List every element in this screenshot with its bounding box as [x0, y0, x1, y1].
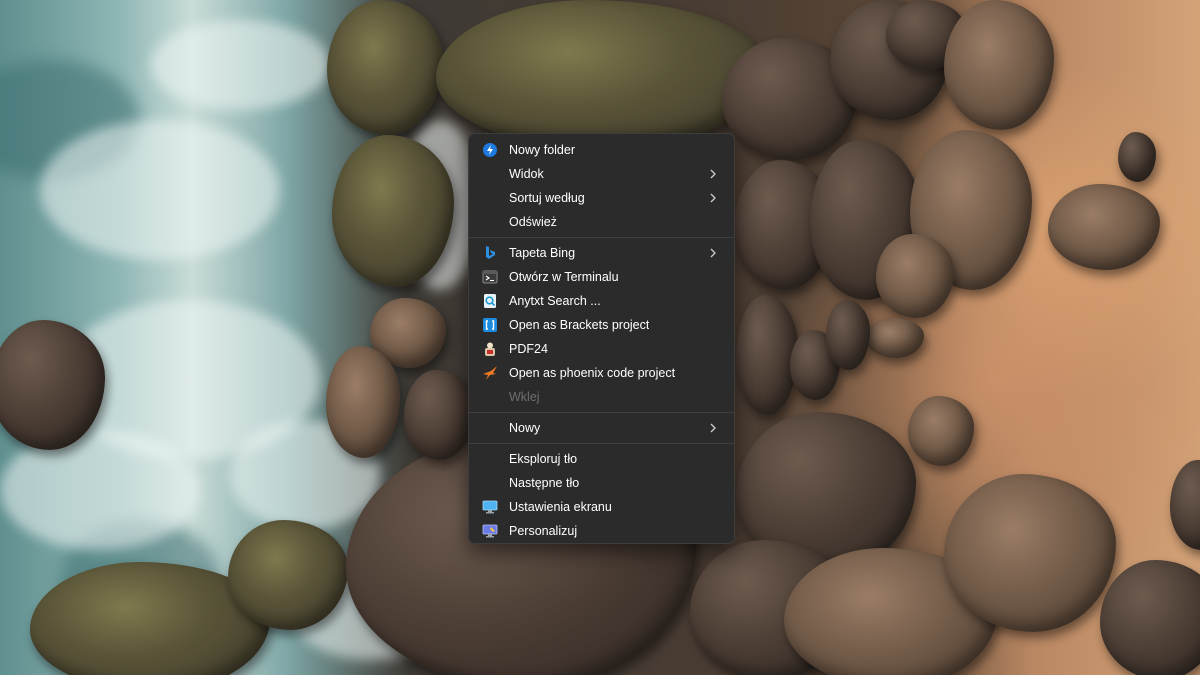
menu-item-label: Tapeta Bing — [509, 246, 576, 260]
menu-item-open-terminal[interactable]: Otwórz w Terminalu — [473, 265, 730, 289]
menu-item-label: Wklej — [509, 390, 540, 404]
menu-item-label: Otwórz w Terminalu — [509, 270, 619, 284]
display-settings-icon — [482, 499, 498, 515]
pdf24-icon — [482, 341, 498, 357]
menu-item-new[interactable]: Nowy — [473, 416, 730, 440]
menu-item-label: Open as phoenix code project — [509, 366, 676, 380]
menu-item-paste: Wklej — [473, 385, 730, 409]
menu-item-open-phoenix-code[interactable]: Open as phoenix code project — [473, 361, 730, 385]
menu-separator — [469, 237, 734, 238]
chevron-right-icon — [710, 423, 716, 433]
menu-item-label: Ustawienia ekranu — [509, 500, 612, 514]
new-folder-icon — [482, 142, 498, 158]
menu-item-next-background[interactable]: Następne tło — [473, 471, 730, 495]
menu-item-open-brackets[interactable]: Open as Brackets project — [473, 313, 730, 337]
menu-item-label: Anytxt Search ... — [509, 294, 601, 308]
menu-item-label: Odśwież — [509, 215, 557, 229]
menu-separator — [469, 412, 734, 413]
menu-item-pdf24[interactable]: PDF24 — [473, 337, 730, 361]
bing-icon — [482, 245, 498, 261]
menu-item-label: Nowy folder — [509, 143, 575, 157]
anytxt-search-icon — [482, 293, 498, 309]
menu-item-anytxt-search[interactable]: Anytxt Search ... — [473, 289, 730, 313]
menu-item-label: Eksploruj tło — [509, 452, 578, 466]
personalize-icon — [482, 523, 498, 539]
brackets-icon — [482, 317, 498, 333]
menu-item-bing-wallpaper[interactable]: Tapeta Bing — [473, 241, 730, 265]
menu-item-label: Open as Brackets project — [509, 318, 650, 332]
menu-item-refresh[interactable]: Odśwież — [473, 210, 730, 234]
menu-item-personalize[interactable]: Personalizuj — [473, 519, 730, 543]
menu-item-label: Sortuj według — [509, 191, 585, 205]
menu-item-label: Następne tło — [509, 476, 580, 490]
menu-item-display-settings[interactable]: Ustawienia ekranu — [473, 495, 730, 519]
menu-item-view[interactable]: Widok — [473, 162, 730, 186]
menu-item-sort-by[interactable]: Sortuj według — [473, 186, 730, 210]
desktop-context-menu: Nowy folder Widok Sortuj według Odśwież … — [468, 133, 735, 544]
terminal-icon — [482, 269, 498, 285]
chevron-right-icon — [710, 193, 716, 203]
menu-item-new-folder[interactable]: Nowy folder — [473, 138, 730, 162]
chevron-right-icon — [710, 248, 716, 258]
chevron-right-icon — [710, 169, 716, 179]
menu-item-label: Nowy — [509, 421, 541, 435]
menu-item-label: Widok — [509, 167, 544, 181]
menu-item-label: Personalizuj — [509, 524, 578, 538]
menu-item-label: PDF24 — [509, 342, 548, 356]
phoenix-code-icon — [482, 365, 498, 381]
menu-item-explore-background[interactable]: Eksploruj tło — [473, 447, 730, 471]
menu-separator — [469, 443, 734, 444]
